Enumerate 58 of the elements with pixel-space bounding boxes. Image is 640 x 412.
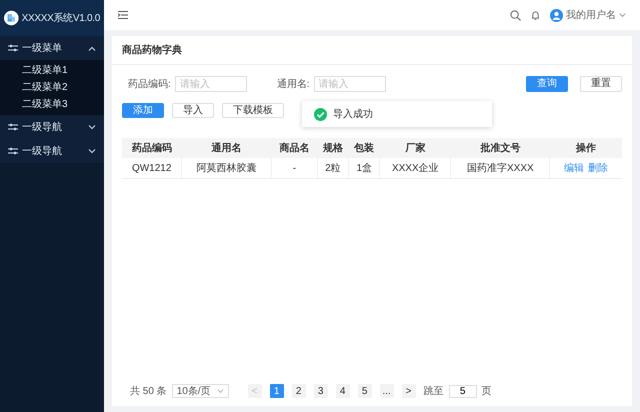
menu-icon[interactable] [118, 11, 128, 19]
action-button[interactable]: 导入 [172, 103, 214, 118]
page-button[interactable]: ... [380, 384, 394, 398]
chevron-down-icon [216, 388, 224, 394]
menu-item[interactable]: 一级导航 [0, 139, 104, 163]
action-button[interactable]: 下载模板 [222, 103, 284, 118]
page-input[interactable]: 5 [448, 384, 477, 398]
sliders-icon [8, 44, 18, 52]
filter-button[interactable]: 重置 [580, 76, 622, 92]
table-cell: XXXX企业 [380, 158, 451, 178]
column-header: 规格 [317, 138, 349, 158]
input-field[interactable]: 请输入 [314, 76, 386, 92]
field-label: 通用名: [276, 78, 310, 91]
app-title: XXXXX系统V1.0.0 [22, 12, 100, 25]
toast-message: 导入成功 [333, 108, 373, 121]
column-header: 操作 [550, 138, 622, 158]
submenu-item[interactable]: 二级菜单1 [0, 62, 104, 79]
user-menu[interactable]: 我的用户名 [550, 8, 626, 22]
chevron-down-icon [88, 148, 96, 154]
page-button[interactable]: 2 [292, 384, 306, 398]
column-header: 商品名 [272, 138, 318, 158]
total-count: 共 50 条 [130, 384, 167, 398]
search-icon[interactable] [510, 10, 521, 20]
table-cell: 1盒 [348, 158, 380, 178]
page-suffix: 页 [482, 385, 492, 398]
table-cell: 2粒 [317, 158, 349, 178]
column-header: 包装 [348, 138, 380, 158]
row-action-link[interactable]: 编辑 [564, 163, 584, 174]
jump-label: 跳至 [424, 384, 444, 398]
menu-item[interactable]: 一级导航 [0, 115, 104, 139]
chevron-down-icon [88, 124, 96, 130]
page-title: 商品药物字典 [112, 36, 632, 65]
column-header: 厂家 [380, 138, 451, 158]
next-page-button[interactable]: > [402, 384, 416, 398]
chevron-up-icon [88, 46, 96, 50]
column-header: 批准文号 [450, 138, 550, 158]
page-button[interactable]: 4 [336, 384, 350, 398]
table-cell: QW1212 [122, 158, 182, 178]
page-size-select[interactable]: 10条/页 [172, 384, 229, 398]
menu-item[interactable]: 一级菜单 [0, 36, 104, 60]
submenu-item[interactable]: 二级菜单3 [0, 96, 104, 113]
column-header: 药品编码 [122, 138, 182, 158]
field-label: 药品编码: [128, 78, 171, 91]
input-field[interactable]: 请输入 [174, 76, 247, 92]
sliders-icon [8, 147, 18, 155]
chevron-down-icon [619, 12, 626, 18]
avatar-icon [550, 8, 563, 22]
column-header: 通用名 [182, 138, 272, 158]
row-action-link[interactable]: 删除 [588, 163, 608, 174]
table-cell: 阿莫西林胶囊 [182, 158, 272, 178]
sliders-icon [8, 123, 18, 131]
table-cell: - [272, 158, 318, 178]
page-button[interactable]: 3 [314, 384, 328, 398]
submenu-item[interactable]: 二级菜单2 [0, 79, 104, 96]
table-cell: 国药准字XXXX [450, 158, 550, 178]
page-button[interactable]: 5 [358, 384, 372, 398]
bell-icon[interactable] [531, 10, 540, 20]
check-circle-icon [314, 108, 327, 120]
